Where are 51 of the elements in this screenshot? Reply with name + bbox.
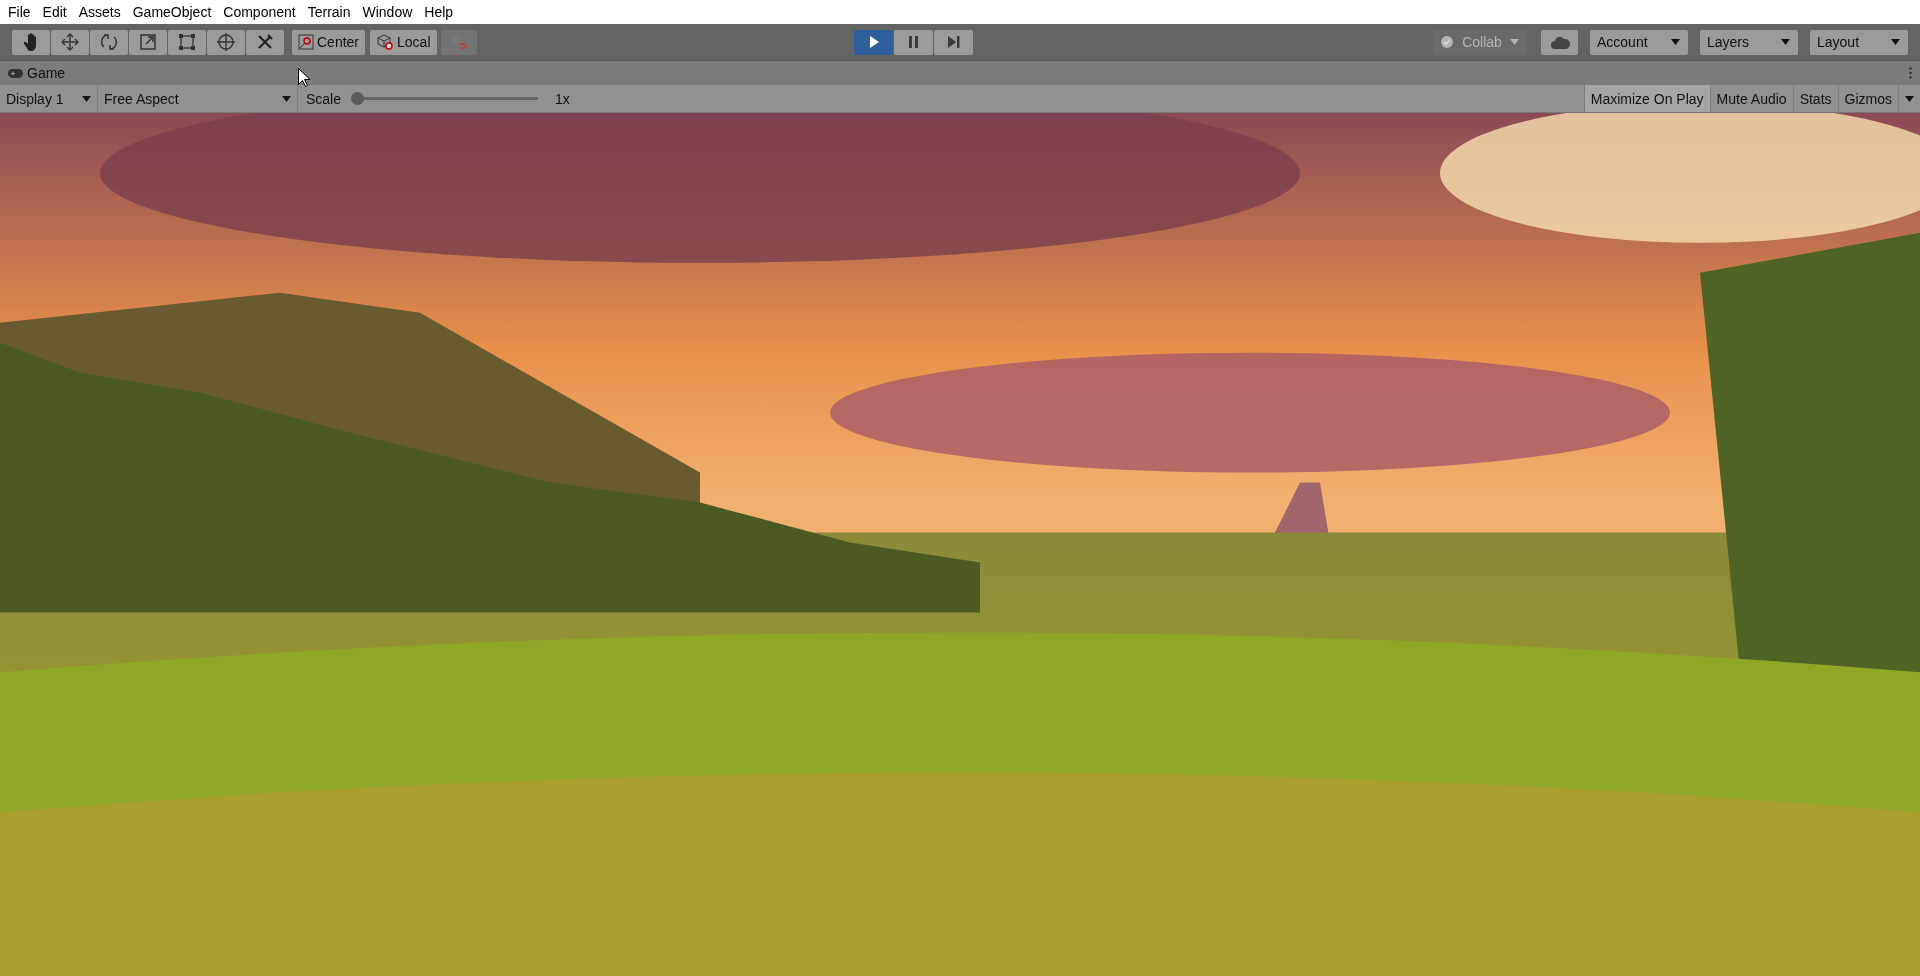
toolbar-dropdown[interactable]: Layers (1700, 29, 1798, 55)
check-circle-icon (1440, 35, 1454, 49)
tool-button[interactable] (51, 29, 89, 55)
crosshair-circle-icon (216, 32, 236, 52)
pivot-icon (298, 34, 314, 50)
tool-button[interactable] (129, 29, 167, 55)
menu-item[interactable]: Edit (36, 4, 73, 20)
slider-thumb[interactable] (351, 91, 365, 105)
step-button[interactable] (933, 29, 973, 55)
tool-button[interactable] (168, 29, 206, 55)
tool-button[interactable] (90, 29, 128, 55)
tool-button[interactable] (12, 29, 50, 55)
menu-item[interactable]: Assets (72, 4, 127, 20)
cube-icon (376, 34, 395, 50)
menu-item[interactable]: Component (217, 4, 302, 20)
toolbar-dropdown[interactable]: Account (1590, 29, 1688, 55)
cloud-icon (1549, 35, 1570, 49)
caret-icon (1781, 39, 1790, 45)
scale-label: Scale (306, 90, 342, 107)
caret-icon (1510, 39, 1519, 45)
pivot-button[interactable]: Local (370, 29, 437, 55)
toolbar-dropdown[interactable]: Layout (1810, 29, 1908, 55)
pause-icon (906, 35, 920, 49)
mouse-cursor-icon (298, 68, 310, 87)
game-tab[interactable]: Game (8, 65, 66, 81)
rotate-icon (99, 32, 119, 52)
scale-icon (138, 32, 158, 52)
move-arrows-icon (60, 32, 80, 52)
menu-item[interactable]: Terrain (301, 4, 357, 20)
menu-item[interactable]: Help (418, 4, 460, 20)
step-icon (946, 35, 960, 49)
pivot-button[interactable]: Center (292, 29, 366, 55)
caret-icon (1891, 39, 1900, 45)
tool-button[interactable] (207, 29, 245, 55)
play-button[interactable] (853, 29, 893, 55)
more-options-icon[interactable] (1909, 67, 1912, 79)
rect-icon (177, 32, 197, 52)
grid-snap-icon (449, 33, 468, 51)
tool-button[interactable] (246, 29, 284, 55)
caret-icon (1905, 95, 1914, 102)
scale-reading: 1x (555, 90, 570, 107)
caret-icon (82, 95, 91, 102)
cloud-button[interactable] (1541, 29, 1578, 55)
caret-icon (282, 95, 291, 102)
pause-button[interactable] (893, 29, 933, 55)
caret-icon (1671, 39, 1680, 45)
menu-item[interactable]: Window (356, 4, 419, 20)
menu-item[interactable]: File (2, 4, 37, 20)
gamepad-icon (8, 68, 23, 78)
menu-item[interactable]: GameObject (126, 4, 218, 20)
toggle-button[interactable]: Maximize On Play (1583, 85, 1710, 112)
